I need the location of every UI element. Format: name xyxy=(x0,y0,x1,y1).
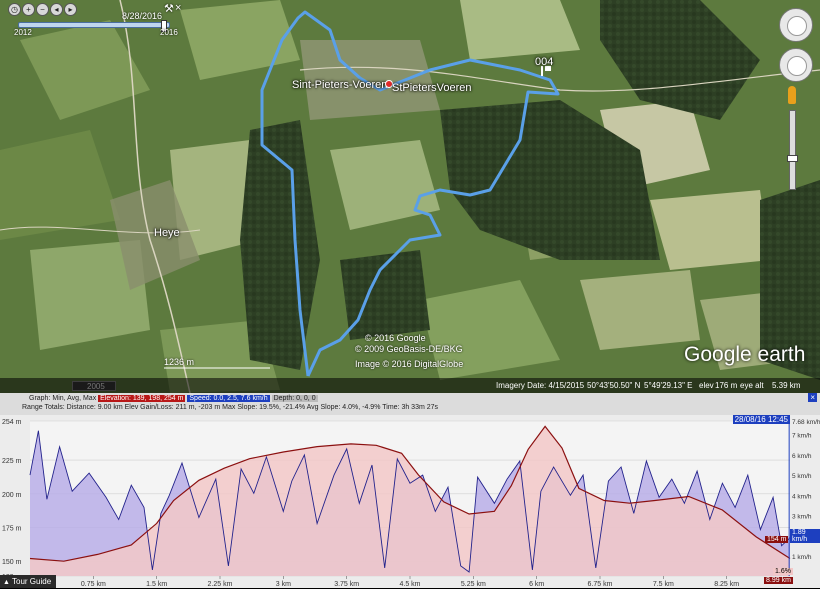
cursor-slope: 1.6% xyxy=(773,568,793,575)
range-avg-slope: Avg Slope: 4.0%, -4.9% xyxy=(306,404,381,411)
cursor-speed: 1.89 km/h xyxy=(790,529,820,543)
range-distance: Distance: 9.00 km xyxy=(66,404,123,411)
range-time: Time: 3h 33m 27s xyxy=(382,404,439,411)
triangle-up-icon: ▲ xyxy=(3,579,10,586)
cursor-elevation: 154 m xyxy=(765,536,789,543)
hand-icon xyxy=(787,56,807,76)
eye-alt-label: eye alt xyxy=(740,381,764,390)
y-tick-label: 200 m xyxy=(2,492,22,499)
tour-guide-label: Tour Guide xyxy=(12,577,52,586)
y2-tick-label: 1 km/h xyxy=(792,554,812,561)
look-control[interactable] xyxy=(779,8,813,42)
x-tick-label: 1.5 km xyxy=(146,581,167,588)
cursor-distance: 8.99 km xyxy=(764,577,793,584)
zoom-slider[interactable] xyxy=(787,110,798,190)
zoom-in-icon[interactable]: + xyxy=(22,3,35,16)
x-tick-label: 4.5 km xyxy=(399,581,420,588)
x-tick-label: 7.5 km xyxy=(653,581,674,588)
wrench-icon[interactable]: ⚒ xyxy=(164,2,174,15)
play-forward-icon[interactable]: ▸ xyxy=(64,3,77,16)
google-earth-logo: Google earth xyxy=(684,343,806,366)
slider-start-year: 2012 xyxy=(14,28,32,37)
close-profile-icon[interactable]: × xyxy=(808,393,817,402)
place-label[interactable]: Heye xyxy=(154,227,180,239)
x-tick-label: 5.25 km xyxy=(461,581,486,588)
range-max-slope: Max Slope: 19.5%, -21.4% xyxy=(222,404,306,411)
waypoint-label[interactable]: 004 xyxy=(535,56,553,68)
zoom-thumb[interactable] xyxy=(787,155,798,162)
imagery-date: Imagery Date: 4/15/2015 xyxy=(496,381,585,390)
y-tick-label: 254 m xyxy=(2,419,22,426)
place-label[interactable]: StPietersVoeren xyxy=(392,82,472,94)
x-tick-label: 2.25 km xyxy=(208,581,233,588)
x-tick-label: 8.25 km xyxy=(714,581,739,588)
navigation-controls[interactable] xyxy=(776,8,814,190)
longitude: 5°49'29.13" E xyxy=(644,381,693,390)
slider-end-year: 2016 xyxy=(160,28,178,37)
y2-tick-label: 5 km/h xyxy=(792,473,812,480)
eye-icon xyxy=(787,16,807,36)
y-tick-label: 175 m xyxy=(2,525,22,532)
elevation-summary: Elevation: 139, 198, 254 m xyxy=(98,395,186,402)
range-label: Range Totals: xyxy=(22,404,65,411)
x-tick-label: 0.75 km xyxy=(81,581,106,588)
latitude: 50°43'50.50" N xyxy=(587,381,641,390)
range-gain-loss: Elev Gain/Loss: 211 m, -203 m xyxy=(124,404,221,411)
profile-header: Graph: Min, Avg, Max Elevation: 139, 198… xyxy=(0,393,820,416)
slider-track[interactable] xyxy=(18,20,170,32)
y2-tick-label: 4 km/h xyxy=(792,493,812,500)
graph-value: Min, Avg, Max xyxy=(52,395,97,402)
x-tick-label: 6.75 km xyxy=(588,581,613,588)
y-tick-label: 225 m xyxy=(2,458,22,465)
time-slider[interactable]: ◷ + − ◂ ▸ 8/28/2016 ⚒ × 2012 2016 xyxy=(4,2,181,37)
close-icon[interactable]: × xyxy=(175,2,181,14)
elevation-profile-panel[interactable]: Graph: Min, Avg, Max Elevation: 139, 198… xyxy=(0,393,820,588)
y2-tick-label: 6 km/h xyxy=(792,453,812,460)
x-tick-label: 6 km xyxy=(529,581,544,588)
x-tick-label: 3 km xyxy=(276,581,291,588)
speed-summary: Speed: 0.0, 2.5, 7.6 km/h xyxy=(187,395,270,402)
slider-date: 8/28/2016 xyxy=(122,11,163,21)
place-label[interactable]: Sint-Pieters-Voeren xyxy=(292,79,387,91)
scale-label: 1236 m xyxy=(164,357,195,367)
depth-summary: Depth: 0, 0, 0 xyxy=(271,395,318,402)
imagery-credits: © 2016 Google © 2009 GeoBasis-DE/BKG Ima… xyxy=(355,333,464,369)
y2-tick-label: 7.68 km/h xyxy=(792,419,820,426)
elev-value: 176 m xyxy=(715,381,738,390)
play-back-icon[interactable]: ◂ xyxy=(50,3,63,16)
zoom-out-icon[interactable]: − xyxy=(36,3,49,16)
tour-guide-button[interactable]: ▲ Tour Guide xyxy=(0,575,56,588)
street-view-pegman-icon[interactable] xyxy=(788,86,796,104)
elevation-chart[interactable]: 254 m225 m200 m175 m150 m139 m7.68 km/h7… xyxy=(0,415,820,588)
y2-tick-label: 3 km/h xyxy=(792,513,812,520)
y2-tick-label: 7 km/h xyxy=(792,433,812,440)
status-bar: Imagery Date: 4/15/2015 50°43'50.50" N 5… xyxy=(0,378,820,393)
y-tick-label: 150 m xyxy=(2,559,22,566)
clock-icon[interactable]: ◷ xyxy=(8,3,21,16)
x-tick-label: 3.75 km xyxy=(334,581,359,588)
graph-label: Graph: xyxy=(29,395,51,402)
map-view[interactable]: ◷ + − ◂ ▸ 8/28/2016 ⚒ × 2012 2016 Sint-P… xyxy=(0,0,820,393)
move-control[interactable] xyxy=(779,48,813,82)
cursor-time: 28/08/16 12:45 xyxy=(732,415,790,424)
eye-alt-value: 5.39 km xyxy=(772,381,801,390)
elev-label: elev xyxy=(699,381,714,390)
